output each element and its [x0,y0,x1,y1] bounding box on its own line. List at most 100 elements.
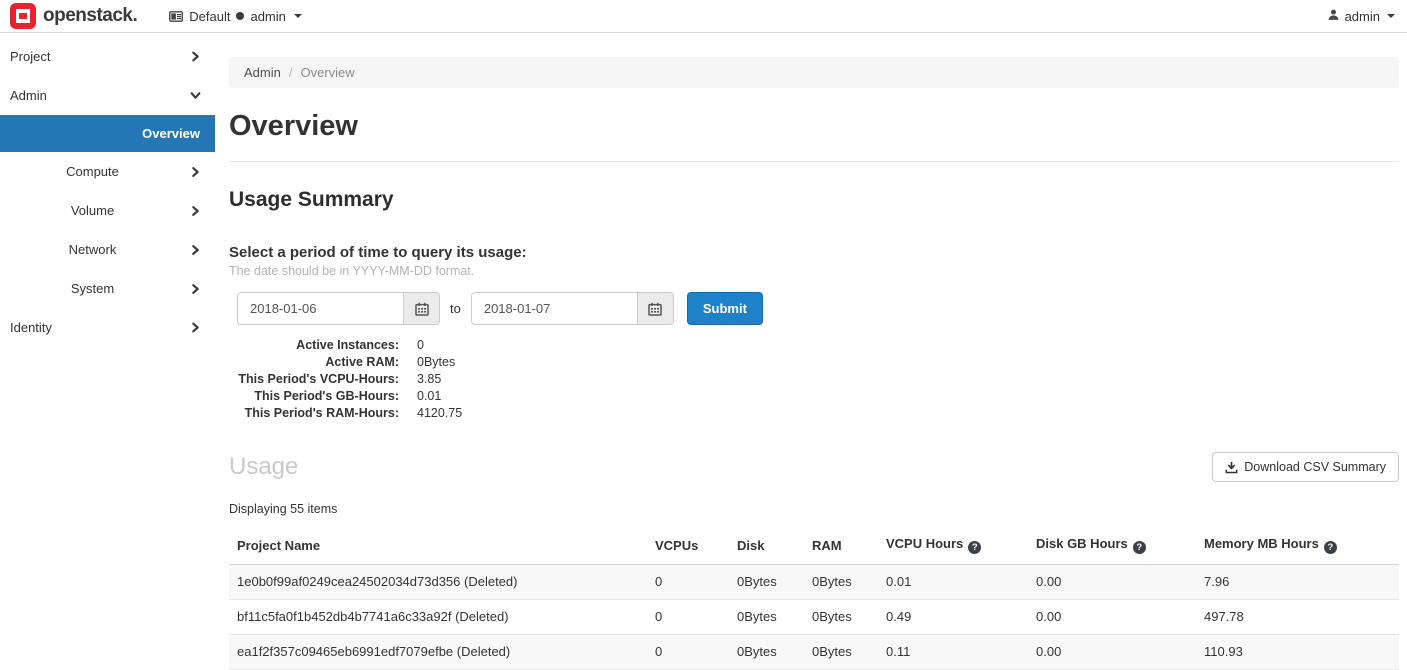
stat-label: This Period's GB-Hours: [229,388,399,405]
stat-value: 0Bytes [417,354,455,371]
stat-ram-hours: This Period's RAM-Hours: 4120.75 [229,405,1399,422]
sidebar-item-volume[interactable]: Volume [0,191,215,230]
cell-vcpus: 0 [647,600,729,635]
cell-disk-gb-hours: 0.00 [1028,635,1196,670]
sidebar-item-label: System [71,281,114,296]
breadcrumb-separator: / [289,65,293,80]
breadcrumb: Admin / Overview [229,57,1399,88]
usage-summary-heading: Usage Summary [229,188,1399,212]
cell-disk: 0Bytes [729,565,804,600]
stat-gb-hours: This Period's GB-Hours: 0.01 [229,388,1399,405]
user-icon [1327,8,1340,24]
date-range-form: to Submit [237,292,1399,325]
chevron-right-icon [190,283,201,294]
submit-button[interactable]: Submit [687,292,763,325]
chevron-down-icon [190,90,201,101]
user-menu-label: admin [1345,9,1380,24]
date-to-calendar-button[interactable] [637,292,674,325]
cell-disk-gb-hours: 0.00 [1028,600,1196,635]
date-from-input[interactable] [237,292,403,325]
context-project: admin [250,9,285,24]
stat-label: Active Instances: [229,337,399,354]
chevron-right-icon [190,244,201,255]
cell-project-name: bf11c5fa0f1b452db4b7741a6c33a92f (Delete… [229,600,647,635]
cell-ram: 0Bytes [804,635,878,670]
sidebar-item-admin[interactable]: Admin [0,76,215,115]
date-to-input[interactable] [471,292,637,325]
table-row: ea1f2f357c09465eb6991edf7079efbe (Delete… [229,635,1399,670]
usage-table: Project Name VCPUs Disk RAM VCPU Hours? … [229,526,1399,670]
table-row: 1e0b0f99af0249cea24502034d73d356 (Delete… [229,565,1399,600]
col-header-vcpus: VCPUs [647,526,729,565]
sidebar-item-label: Overview [142,126,200,141]
table-header-row: Project Name VCPUs Disk RAM VCPU Hours? … [229,526,1399,565]
cell-vcpus: 0 [647,635,729,670]
stat-value: 4120.75 [417,405,462,422]
stat-vcpu-hours: This Period's VCPU-Hours: 3.85 [229,371,1399,388]
calendar-icon [648,302,662,316]
chevron-right-icon [190,322,201,333]
breadcrumb-current: Overview [300,65,354,80]
cell-memory-mb-hours: 7.96 [1196,565,1399,600]
stat-active-instances: Active Instances: 0 [229,337,1399,354]
stat-value: 0.01 [417,388,441,405]
caret-down-icon [1387,14,1395,18]
openstack-brand[interactable]: openstack. [10,3,137,29]
cell-memory-mb-hours: 110.93 [1196,635,1399,670]
brand-text: openstack. [43,5,137,27]
page-title: Overview [229,110,1399,143]
cell-disk: 0Bytes [729,600,804,635]
cell-ram: 0Bytes [804,565,878,600]
calendar-icon [415,302,429,316]
to-label: to [450,301,461,316]
download-csv-label: Download CSV Summary [1244,460,1386,474]
help-icon[interactable]: ? [1324,541,1337,554]
date-range-prompt: Select a period of time to query its usa… [229,244,1399,261]
cell-vcpu-hours: 0.01 [878,565,1028,600]
col-header-disk-gb-hours: Disk GB Hours? [1028,526,1196,565]
caret-down-icon [294,14,302,18]
sidebar-item-network[interactable]: Network [0,230,215,269]
col-header-disk: Disk [729,526,804,565]
col-header-project-name: Project Name [229,526,647,565]
help-icon[interactable]: ? [968,541,981,554]
table-row: bf11c5fa0f1b452db4b7741a6c33a92f (Delete… [229,600,1399,635]
bullet-separator-icon [236,12,244,20]
main-content: Admin / Overview Overview Usage Summary … [215,33,1407,670]
breadcrumb-admin[interactable]: Admin [244,65,281,80]
openstack-logo-icon [10,3,36,29]
sidebar-item-identity[interactable]: Identity [0,308,215,347]
sidebar-item-compute[interactable]: Compute [0,152,215,191]
sidebar-item-label: Admin [10,88,47,103]
col-header-memory-mb-hours: Memory MB Hours? [1196,526,1399,565]
date-format-hint: The date should be in YYYY-MM-DD format. [229,264,1399,278]
domain-icon [169,10,183,23]
context-domain: Default [189,9,230,24]
help-icon[interactable]: ? [1133,541,1146,554]
items-count: Displaying 55 items [229,502,1399,516]
date-from-group [237,292,440,325]
stat-label: This Period's VCPU-Hours: [229,371,399,388]
sidebar-item-system[interactable]: System [0,269,215,308]
top-navbar: openstack. Default admin admin [0,0,1407,33]
sidebar: Project Admin Overview Compute Volume [0,33,215,670]
date-from-calendar-button[interactable] [403,292,440,325]
cell-project-name: 1e0b0f99af0249cea24502034d73d356 (Delete… [229,565,647,600]
chevron-right-icon [190,205,201,216]
cell-disk-gb-hours: 0.00 [1028,565,1196,600]
sidebar-item-label: Volume [71,203,114,218]
usage-table-title: Usage [229,453,298,481]
cell-ram: 0Bytes [804,600,878,635]
stat-value: 3.85 [417,371,441,388]
sidebar-item-label: Project [10,49,50,64]
context-switcher[interactable]: Default admin [169,9,302,24]
cell-vcpus: 0 [647,565,729,600]
user-menu[interactable]: admin [1327,8,1395,24]
sidebar-item-label: Network [69,242,117,257]
sidebar-item-project[interactable]: Project [0,37,215,76]
download-csv-button[interactable]: Download CSV Summary [1212,452,1399,482]
sidebar-item-overview[interactable]: Overview [0,115,215,152]
stat-label: Active RAM: [229,354,399,371]
usage-stats: Active Instances: 0 Active RAM: 0Bytes T… [229,337,1399,422]
chevron-right-icon [190,51,201,62]
